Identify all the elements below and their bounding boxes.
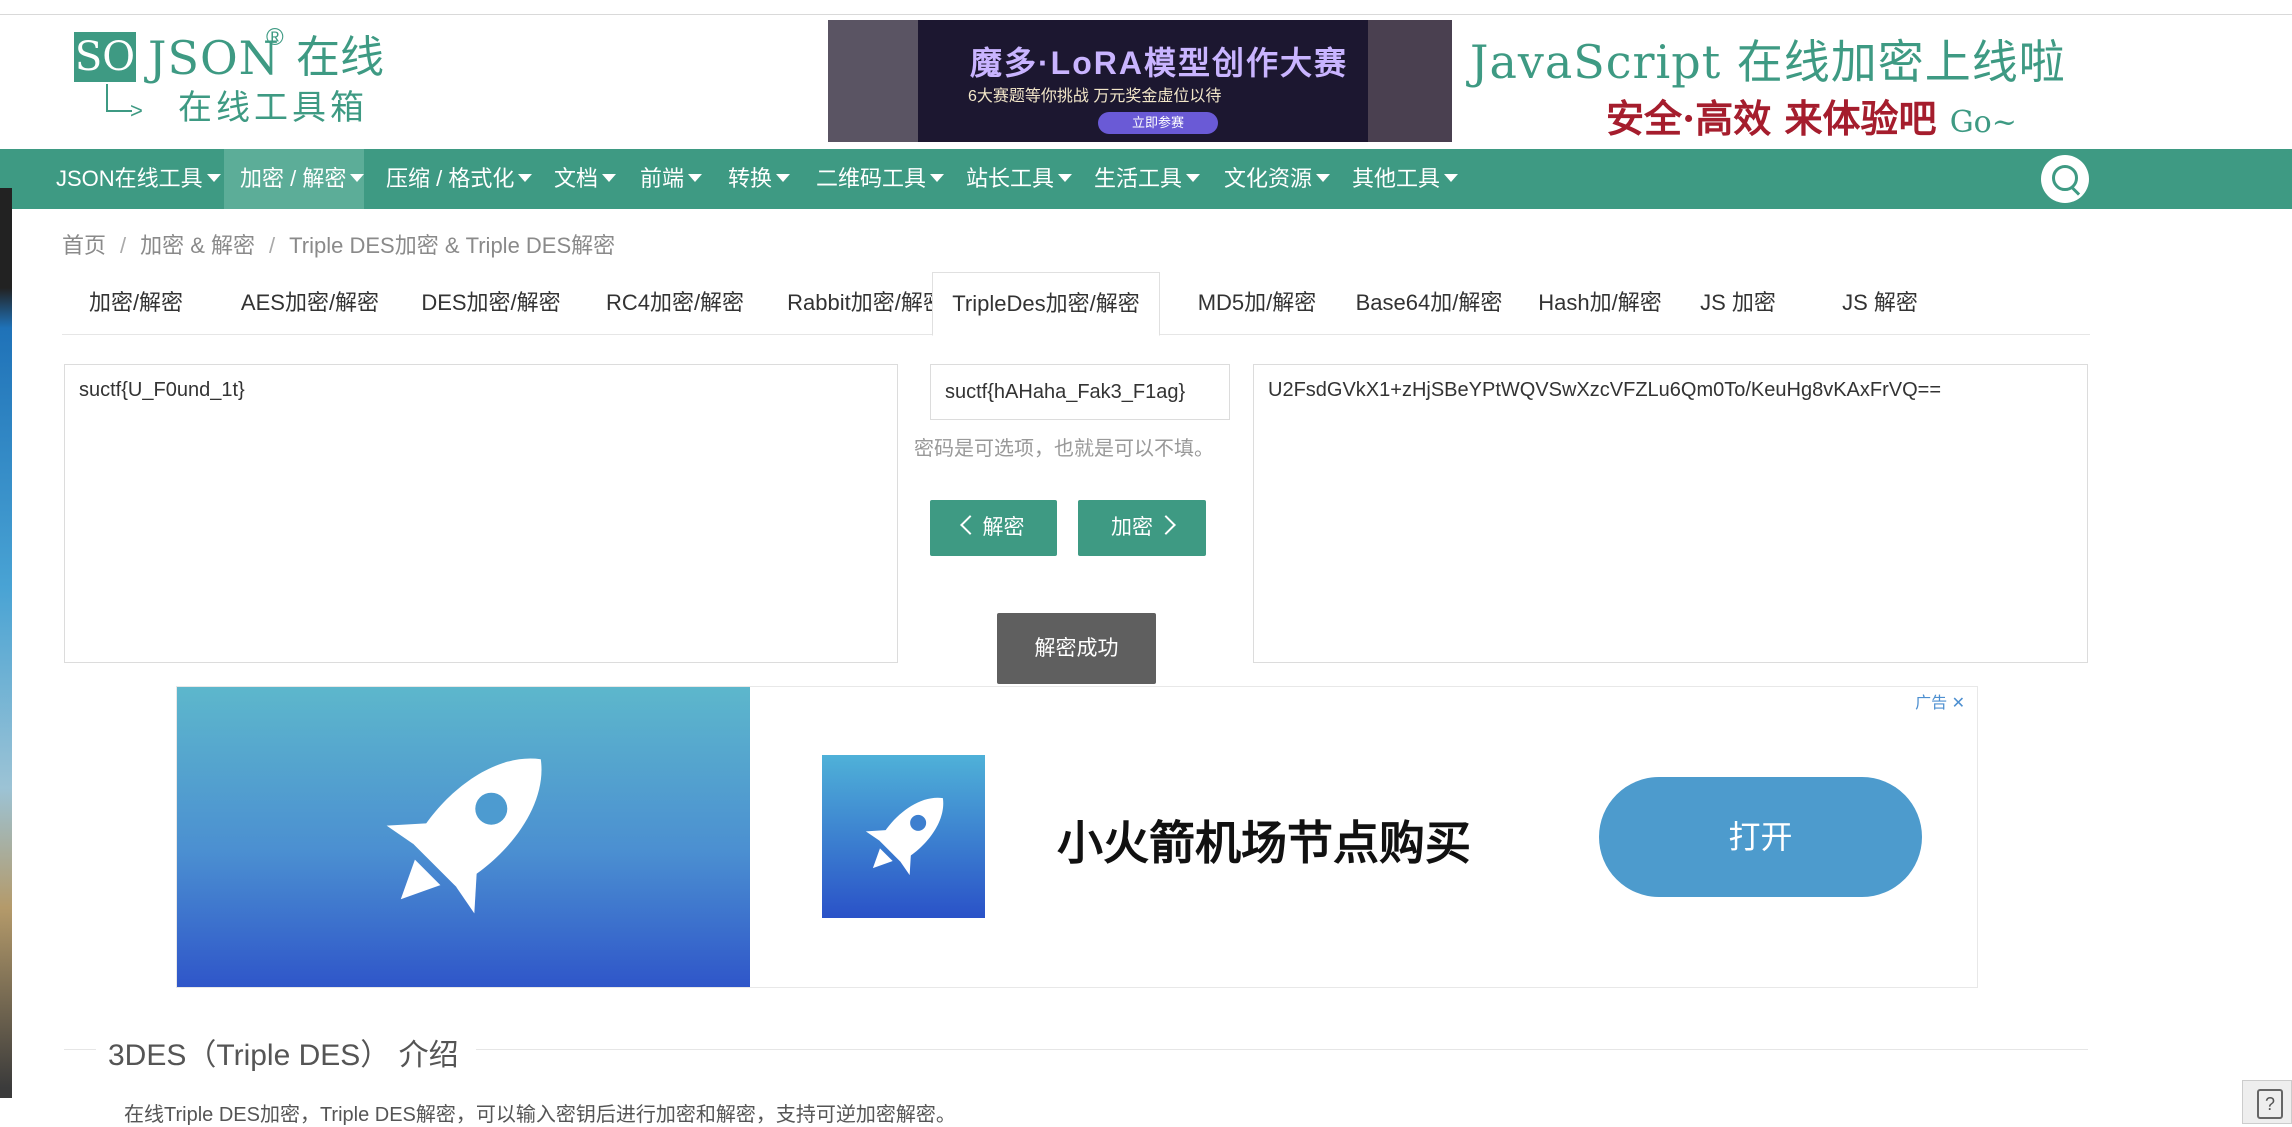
breadcrumb-separator: / — [120, 233, 127, 258]
ad-app-icon — [822, 755, 985, 918]
nav-item-other-tools[interactable]: 其他工具 — [1352, 149, 1459, 209]
tab-aes[interactable]: AES加密/解密 — [216, 272, 404, 334]
nav-item-life-tools[interactable]: 生活工具 — [1094, 149, 1201, 209]
tab-hash[interactable]: Hash加/解密 — [1508, 272, 1692, 334]
nav-item-convert[interactable]: 转换 — [728, 149, 791, 209]
nav-label: 文化资源 — [1224, 166, 1313, 191]
tab-des[interactable]: DES加密/解密 — [398, 272, 584, 334]
tab-js-decrypt[interactable]: JS 解密 — [1818, 272, 1942, 334]
logo-arrow-head-icon: > — [130, 98, 143, 123]
nav-label: 文档 — [554, 166, 599, 191]
rocket-small-icon — [865, 797, 944, 876]
tab-encrypt-decrypt[interactable]: 加密/解密 — [72, 272, 200, 334]
breadcrumb-encrypt[interactable]: 加密 & 解密 — [140, 233, 255, 258]
tab-rc4[interactable]: RC4加密/解密 — [576, 272, 774, 334]
banner-subtitle: 6大赛题等你挑战 万元奖金虚位以待 — [968, 88, 1222, 105]
search-button[interactable] — [2041, 155, 2089, 203]
site-logo[interactable]: SO JSON ® 在线 > 在线工具箱 — [72, 24, 392, 134]
caret-down-icon — [602, 174, 617, 182]
chevron-right-icon — [1156, 515, 1176, 535]
breadcrumb-current: Triple DES加密 & Triple DES解密 — [289, 233, 616, 258]
tab-tripledes[interactable]: TripleDes加密/解密 — [932, 272, 1160, 336]
nav-label: JSON在线工具 — [56, 166, 203, 191]
promo-go-text: Go~ — [1949, 105, 2017, 140]
caret-down-icon — [206, 174, 221, 182]
promo-tagline-text: 安全·高效 来体验吧 — [1606, 96, 1937, 141]
nav-label: 生活工具 — [1094, 166, 1183, 191]
banner-left-art — [828, 20, 918, 142]
ad-headline: 小火箭机场节点购买 — [1057, 817, 1471, 869]
rocket-icon — [386, 758, 542, 914]
ad-banner[interactable]: 小火箭机场节点购买 打开 广告 ✕ — [176, 686, 1978, 988]
logo-registered-mark: ® — [266, 24, 284, 51]
plaintext-textarea[interactable]: suctf{U_F0und_1t} — [64, 364, 898, 663]
search-icon-handle — [2070, 186, 2081, 196]
nav-item-webmaster[interactable]: 站长工具 — [966, 149, 1073, 209]
intro-text: 在线Triple DES加密，Triple DES解密，可以输入密钥后进行加密和… — [124, 1104, 956, 1126]
ad-label-text: 广告 — [1915, 695, 1948, 712]
encrypt-button[interactable]: 加密 — [1078, 500, 1206, 556]
logo-json-text: JSON — [148, 31, 280, 85]
ad-hero-image — [177, 687, 750, 987]
caret-down-icon — [688, 174, 703, 182]
close-icon[interactable]: ✕ — [1952, 695, 1965, 712]
divider — [64, 1049, 96, 1050]
divider — [476, 1049, 2088, 1050]
left-edge-window-strip — [0, 188, 12, 1098]
nav-label: 前端 — [640, 166, 685, 191]
nav-item-compress-format[interactable]: 压缩 / 格式化 — [386, 149, 533, 209]
nav-item-culture[interactable]: 文化资源 — [1224, 149, 1331, 209]
top-strip — [0, 0, 2292, 15]
nav-label: 二维码工具 — [816, 166, 927, 191]
nav-label: 转换 — [728, 166, 773, 191]
logo-arrow-icon — [106, 84, 132, 112]
caret-down-icon — [930, 174, 945, 182]
caret-down-icon — [1444, 174, 1459, 182]
caret-down-icon — [776, 174, 791, 182]
help-button[interactable]: ? — [2242, 1080, 2292, 1124]
logo-so-box: SO — [74, 32, 136, 82]
nav-label: 压缩 / 格式化 — [386, 166, 515, 191]
breadcrumb: 首页 / 加密 & 解密 / Triple DES加密 & Triple DES解密 — [62, 228, 615, 264]
decrypt-button[interactable]: 解密 — [930, 500, 1057, 556]
chevron-left-icon — [959, 515, 980, 535]
tab-base64[interactable]: Base64加/解密 — [1330, 272, 1528, 334]
header-banner-ad[interactable]: 魔多·LoRA模型创作大赛 6大赛题等你挑战 万元奖金虚位以待 立即参赛 — [828, 20, 1452, 142]
breadcrumb-home[interactable]: 首页 — [62, 233, 106, 258]
logo-subtitle: 在线工具箱 — [178, 89, 368, 127]
tab-js-encrypt[interactable]: JS 加密 — [1676, 272, 1800, 334]
ad-label[interactable]: 广告 ✕ — [1915, 689, 1965, 713]
encrypt-label: 加密 — [1111, 516, 1153, 539]
caret-down-icon — [1058, 174, 1073, 182]
key-hint: 密码是可选项，也就是可以不填。 — [914, 438, 1214, 460]
nav-item-frontend[interactable]: 前端 — [640, 149, 703, 209]
tool-tabs: 加密/解密 AES加密/解密 DES加密/解密 RC4加密/解密 Rabbit加… — [62, 272, 2090, 336]
caret-down-icon — [350, 174, 365, 182]
decrypt-label: 解密 — [982, 516, 1025, 539]
nav-item-json-tools[interactable]: JSON在线工具 — [40, 149, 240, 209]
nav-label: 加密 / 解密 — [240, 166, 347, 191]
key-input[interactable] — [930, 364, 1230, 420]
promo-headline[interactable]: JavaScript 在线加密上线啦 — [1470, 26, 2066, 92]
nav-label: 其他工具 — [1352, 166, 1441, 191]
nav-item-encrypt-decrypt[interactable]: 加密 / 解密 — [224, 149, 365, 209]
success-toast: 解密成功 — [997, 613, 1156, 684]
help-icon: ? — [2257, 1089, 2283, 1119]
banner-join-button[interactable]: 立即参赛 — [1098, 112, 1218, 134]
ad-open-button[interactable]: 打开 — [1599, 777, 1922, 897]
nav-item-qrcode[interactable]: 二维码工具 — [816, 149, 945, 209]
caret-down-icon — [518, 174, 533, 182]
banner-title: 魔多·LoRA模型创作大赛 — [970, 45, 1348, 81]
nav-label: 站长工具 — [966, 166, 1055, 191]
logo-zaixian-text: 在线 — [296, 33, 384, 82]
caret-down-icon — [1316, 174, 1331, 182]
ciphertext-textarea[interactable]: U2FsdGVkX1+zHjSBeYPtWQVSwXzcVFZLu6Qm0To/… — [1253, 364, 2088, 663]
main-nav: JSON在线工具 加密 / 解密 压缩 / 格式化 文档 前端 转换 二维码工具… — [0, 149, 2292, 209]
breadcrumb-separator: / — [269, 233, 276, 258]
intro-title: 3DES（Triple DES） 介绍 — [108, 1039, 459, 1072]
nav-item-docs[interactable]: 文档 — [554, 149, 617, 209]
caret-down-icon — [1186, 174, 1201, 182]
tab-md5[interactable]: MD5加/解密 — [1172, 272, 1342, 334]
promo-tagline[interactable]: 安全·高效 来体验吧 Go~ — [1606, 88, 2017, 143]
